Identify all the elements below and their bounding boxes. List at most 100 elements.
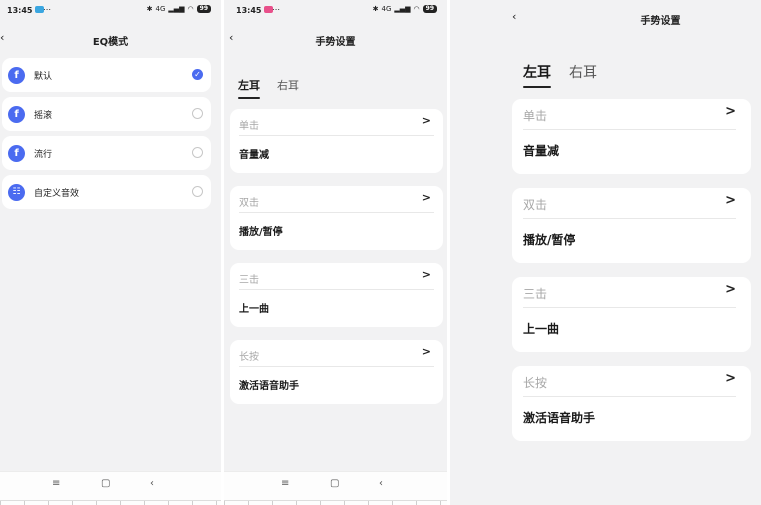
ear-tabs: 左耳 右耳 [523,62,597,88]
more-indicator: ⋯ [272,5,280,14]
card-divider [239,135,434,136]
eq-preset-icon: f [8,144,25,162]
gesture-label: 三击 [523,287,548,301]
ear-tabs: 左耳 右耳 [238,77,299,99]
gesture-card-single-tap[interactable]: 单击 > 音量减 [230,109,443,173]
check-icon[interactable]: ✓ [192,69,203,80]
back-button[interactable]: ‹ [512,10,516,23]
status-right: ✱ 4G ▂▄▆ ◠ 99 [147,5,211,13]
card-divider [239,212,434,213]
status-bar: 13:45 ⋯ ✱ 4G ▂▄▆ ◠ 99 [0,0,221,20]
gesture-card-triple-tap[interactable]: 三击 > 上一曲 [230,263,443,327]
tab-right-ear[interactable]: 右耳 [277,77,299,93]
eq-item-label: 默认 [34,71,53,82]
network-label: 4G [381,5,392,13]
gesture-value: 音量减 [239,150,269,161]
gesture-value: 激活语音助手 [239,381,299,392]
network-label: 4G [155,5,166,13]
gesture-card-long-press[interactable]: 长按 > 激活语音助手 [230,340,443,404]
gesture-value: 播放/暂停 [523,233,576,247]
radio-button[interactable] [192,186,203,197]
tab-left-ear[interactable]: 左耳 [523,62,551,88]
gesture-label: 双击 [523,198,548,212]
top-bar: ‹ EQ模式 [0,31,221,51]
gesture-label: 三击 [239,275,259,286]
home-icon[interactable]: ▢ [101,478,110,489]
card-divider [523,396,736,397]
system-nav-bar: ≡ ▢ ‹ [224,471,447,505]
home-icon[interactable]: ▢ [330,478,339,489]
radio-button[interactable] [192,108,203,119]
signal-icon: ▂▄▆ [168,5,185,13]
gesture-label: 长按 [239,352,259,363]
eq-item-default[interactable]: f 默认 ✓ [2,58,211,92]
gesture-card-double-tap[interactable]: 双击 > 播放/暂停 [230,186,443,250]
eq-item-label: 摇滚 [34,110,53,121]
back-nav-icon[interactable]: ‹ [379,478,383,489]
eq-item-custom[interactable]: ☷ 自定义音效 [2,175,211,209]
gesture-settings-screen-large: ‹ 手势设置 左耳 右耳 单击 > 音量减 双击 > 播放/暂停 三击 > 上一… [450,0,761,505]
eq-item-rock[interactable]: f 摇滚 [2,97,211,131]
gesture-value: 上一曲 [523,322,560,336]
card-divider [523,129,736,130]
bluetooth-icon: ✱ [146,5,153,13]
eq-preset-icon: f [8,66,25,84]
chevron-right-icon: > [421,345,431,358]
gesture-card-long-press[interactable]: 长按 > 激活语音助手 [512,366,751,441]
gesture-label: 单击 [523,109,548,123]
wifi-icon: ◠ [413,5,420,13]
wifi-icon: ◠ [187,5,194,13]
eq-item-label: 流行 [34,149,53,160]
back-nav-icon[interactable]: ‹ [150,478,154,489]
status-time: 13:45 [7,6,33,15]
bottom-divider [0,500,221,505]
top-bar: ‹ 手势设置 [450,10,761,30]
eq-list: f 默认 ✓ f 摇滚 f 流行 ☷ 自定义音效 [2,58,211,214]
page-title: 手势设置 [315,37,356,48]
status-time: 13:45 [236,6,262,15]
gesture-settings-screen: 13:45 ⋯ ✱ 4G ▂▄▆ ◠ 99 ‹ 手势设置 左耳 右耳 单击 > … [224,0,447,505]
menu-icon[interactable]: ≡ [52,478,60,489]
eq-preset-icon: f [8,105,25,123]
eq-mode-screen: 13:45 ⋯ ✱ 4G ▂▄▆ ◠ 99 ‹ EQ模式 f 默认 ✓ f 摇滚… [0,0,221,505]
chevron-right-icon: > [421,268,431,281]
gesture-label: 长按 [523,376,548,390]
menu-icon[interactable]: ≡ [281,478,289,489]
gesture-label: 单击 [239,121,259,132]
eq-item-pop[interactable]: f 流行 [2,136,211,170]
chevron-right-icon: > [725,193,736,208]
gesture-card-triple-tap[interactable]: 三击 > 上一曲 [512,277,751,352]
bluetooth-icon: ✱ [372,5,379,13]
gesture-card-double-tap[interactable]: 双击 > 播放/暂停 [512,188,751,263]
top-bar: ‹ 手势设置 [224,31,447,51]
more-indicator: ⋯ [43,5,51,14]
gesture-value: 播放/暂停 [239,227,283,238]
tab-right-ear[interactable]: 右耳 [569,62,597,82]
gesture-value: 上一曲 [239,304,269,315]
page-title: 手势设置 [640,16,681,27]
gesture-card-single-tap[interactable]: 单击 > 音量减 [512,99,751,174]
card-divider [523,307,736,308]
radio-button[interactable] [192,147,203,158]
chevron-right-icon: > [421,191,431,204]
gesture-value: 音量减 [523,144,560,158]
status-right: ✱ 4G ▂▄▆ ◠ 99 [373,5,437,13]
tab-left-ear[interactable]: 左耳 [238,77,260,99]
card-divider [239,289,434,290]
chevron-right-icon: > [725,371,736,386]
chevron-right-icon: > [725,104,736,119]
gesture-value: 激活语音助手 [523,411,596,425]
page-title: EQ模式 [92,37,129,48]
gesture-label: 双击 [239,198,259,209]
eq-item-label: 自定义音效 [34,188,80,199]
card-divider [523,218,736,219]
system-nav-bar: ≡ ▢ ‹ [0,471,221,505]
battery-icon: 99 [422,5,437,13]
signal-icon: ▂▄▆ [394,5,411,13]
battery-icon: 99 [196,5,211,13]
card-divider [239,366,434,367]
chevron-right-icon: > [421,114,431,127]
bottom-divider [224,500,447,505]
status-bar: 13:45 ⋯ ✱ 4G ▂▄▆ ◠ 99 [224,0,447,20]
chevron-right-icon: > [725,282,736,297]
